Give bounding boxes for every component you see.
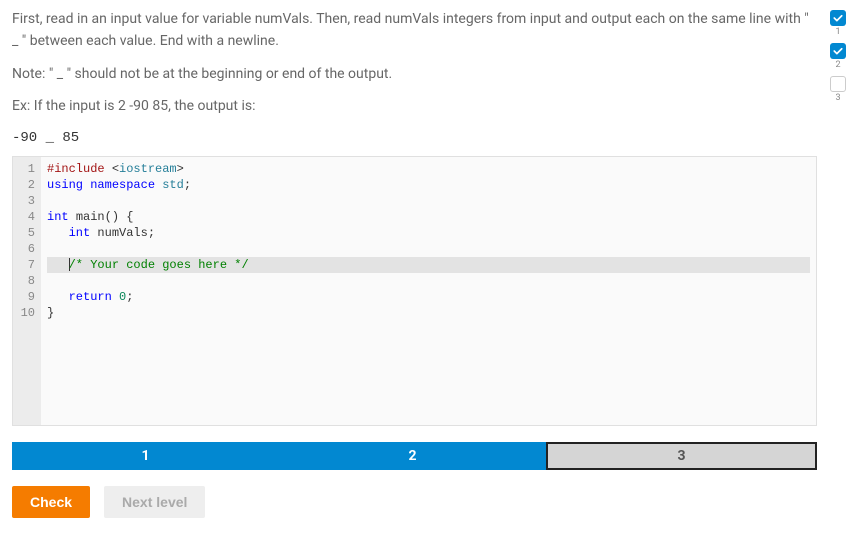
code-gutter: 12345678910	[13, 157, 41, 425]
line-number: 5	[17, 225, 35, 241]
progress-check-1[interactable]: 1	[830, 10, 846, 37]
line-number: 2	[17, 177, 35, 193]
step-tab-3[interactable]: 3	[546, 442, 817, 470]
line-number: 3	[17, 193, 35, 209]
problem-line-2: Note: " _ " should not be at the beginni…	[12, 63, 817, 85]
checkmark-icon	[830, 43, 846, 59]
progress-check-number: 1	[835, 27, 840, 37]
problem-description: First, read in an input value for variab…	[12, 8, 817, 118]
code-lines[interactable]: #include <iostream>using namespace std; i…	[41, 157, 816, 425]
progress-check-2[interactable]: 2	[830, 43, 846, 70]
progress-sidebar: 1 2 3	[827, 8, 849, 518]
line-number: 4	[17, 209, 35, 225]
code-editor[interactable]: 12345678910 #include <iostream>using nam…	[12, 156, 817, 426]
line-number: 10	[17, 305, 35, 321]
code-line[interactable]	[47, 273, 810, 289]
code-line[interactable]	[47, 241, 810, 257]
step-tabs: 123	[12, 442, 817, 470]
code-line[interactable]: #include <iostream>	[47, 161, 810, 177]
checkmark-icon	[830, 10, 846, 26]
code-line[interactable]: using namespace std;	[47, 177, 810, 193]
line-number: 9	[17, 289, 35, 305]
problem-line-3: Ex: If the input is 2 -90 85, the output…	[12, 95, 817, 117]
progress-check-number: 3	[835, 93, 840, 103]
code-line[interactable]: /* Your code goes here */	[47, 257, 810, 273]
code-line[interactable]	[47, 193, 810, 209]
button-row: Check Next level	[12, 486, 817, 518]
empty-check-icon	[830, 76, 846, 92]
next-level-button: Next level	[104, 486, 205, 518]
progress-check-number: 2	[835, 60, 840, 70]
check-button[interactable]: Check	[12, 486, 90, 518]
example-output: -90 _ 85	[12, 130, 817, 146]
step-tab-1[interactable]: 1	[12, 442, 279, 470]
code-line[interactable]: int main() {	[47, 209, 810, 225]
problem-line-1: First, read in an input value for variab…	[12, 8, 817, 53]
line-number: 6	[17, 241, 35, 257]
line-number: 1	[17, 161, 35, 177]
line-number: 7	[17, 257, 35, 273]
line-number: 8	[17, 273, 35, 289]
progress-check-3[interactable]: 3	[830, 76, 846, 103]
code-line[interactable]: }	[47, 305, 810, 321]
step-tab-2[interactable]: 2	[279, 442, 546, 470]
code-line[interactable]: return 0;	[47, 289, 810, 305]
code-line[interactable]: int numVals;	[47, 225, 810, 241]
